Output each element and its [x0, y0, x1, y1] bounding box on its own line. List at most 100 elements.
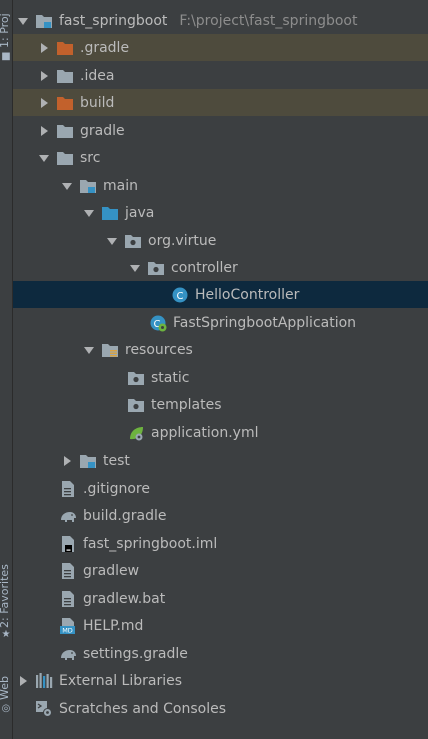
tree-item-templates[interactable]: templates [13, 391, 428, 418]
folder-icon [56, 149, 74, 167]
collapse-arrow-icon[interactable] [36, 150, 52, 166]
tree-item-src[interactable]: src [13, 144, 428, 171]
package-icon [147, 259, 165, 277]
text-file-icon [59, 480, 77, 498]
tree-item-build[interactable]: build [13, 89, 428, 116]
spring-config-icon [127, 424, 145, 442]
tree-item-label: FastSpringbootApplication [173, 314, 357, 331]
markdown-file-icon: MD [59, 617, 77, 635]
expand-arrow-icon[interactable] [36, 95, 52, 111]
svg-text:C: C [177, 291, 184, 302]
tree-item-label: templates [151, 396, 222, 413]
tree-item-java[interactable]: java [13, 199, 428, 226]
tree-item-label: gradle [80, 122, 125, 139]
tree-item-label: application.yml [151, 424, 259, 441]
module-folder-icon [35, 12, 53, 30]
tree-item-gradlew[interactable]: gradlew [13, 557, 428, 584]
tree-item-dot-gradle[interactable]: .gradle [13, 34, 428, 61]
module-file-icon [59, 535, 77, 553]
expand-arrow-icon[interactable] [36, 68, 52, 84]
tree-item-label: HelloController [195, 286, 300, 303]
tree-item-label: .idea [80, 67, 115, 84]
package-icon [124, 232, 142, 250]
tree-item-label: build [80, 94, 115, 111]
tree-item-label: External Libraries [59, 672, 182, 689]
package-icon [127, 369, 145, 387]
web-tool-tab[interactable]: Web [0, 672, 12, 700]
expand-arrow-icon[interactable] [36, 40, 52, 56]
tree-item-test[interactable]: test [13, 447, 428, 474]
tree-item-label: resources [125, 341, 193, 358]
libraries-icon [35, 672, 53, 690]
tree-item-label: test [103, 452, 130, 469]
tree-item-gradle-folder[interactable]: gradle [13, 117, 428, 144]
excluded-folder-icon [56, 94, 74, 112]
source-root-folder-icon [79, 177, 97, 195]
tree-item-settings-gradle[interactable]: settings.gradle [13, 640, 428, 667]
excluded-folder-icon [56, 39, 74, 57]
text-file-icon [59, 590, 77, 608]
folder-icon [56, 67, 74, 85]
collapse-arrow-icon[interactable] [81, 342, 97, 358]
tree-item-iml[interactable]: fast_springboot.iml [13, 530, 428, 557]
collapse-arrow-icon[interactable] [127, 260, 143, 276]
tree-item-label: .gradle [80, 39, 130, 56]
tree-item-help-md[interactable]: MD HELP.md [13, 612, 428, 639]
java-class-icon: C [171, 286, 189, 304]
tree-item-label: HELP.md [83, 617, 144, 634]
tree-item-static[interactable]: static [13, 364, 428, 391]
svg-text:MD: MD [62, 626, 73, 634]
tree-item-gitignore[interactable]: .gitignore [13, 475, 428, 502]
tree-item-resources[interactable]: resources [13, 336, 428, 363]
tree-item-build-gradle[interactable]: build.gradle [13, 502, 428, 529]
spring-boot-class-icon: C [149, 314, 167, 332]
expand-arrow-icon[interactable] [15, 673, 31, 689]
tree-item-label: fast_springboot [59, 12, 168, 29]
tree-item-org-virtue[interactable]: org.virtue [13, 227, 428, 254]
text-file-icon [59, 562, 77, 580]
tree-item-label: fast_springboot.iml [83, 535, 218, 552]
tree-item-label: main [103, 177, 138, 194]
sources-folder-icon [101, 204, 119, 222]
scratches-icon [35, 700, 53, 718]
tree-item-fast-springboot-application[interactable]: C FastSpringbootApplication [13, 309, 428, 336]
tree-item-label: gradlew.bat [83, 590, 166, 607]
tree-item-label: org.virtue [148, 232, 217, 249]
tree-item-scratches-and-consoles[interactable]: Scratches and Consoles [13, 695, 428, 722]
gradle-elephant-icon [59, 507, 77, 525]
tree-item-label: controller [171, 259, 238, 276]
star-icon: ★ [1, 629, 11, 640]
collapse-arrow-icon[interactable] [104, 233, 120, 249]
tree-item-label: java [125, 204, 155, 221]
tree-item-external-libraries[interactable]: External Libraries [13, 667, 428, 694]
tool-window-strip: 1: Proj ■ 2: Favorites ★ Web ◎ [0, 0, 13, 739]
resources-folder-icon [101, 341, 119, 359]
tree-item-label: settings.gradle [83, 645, 188, 662]
project-tool-tab[interactable]: 1: Proj [0, 2, 12, 48]
collapse-arrow-icon[interactable] [81, 205, 97, 221]
collapse-arrow-icon[interactable] [15, 13, 31, 29]
tree-item-controller[interactable]: controller [13, 254, 428, 281]
tree-item-gradlew-bat[interactable]: gradlew.bat [13, 585, 428, 612]
collapse-arrow-icon[interactable] [59, 178, 75, 194]
tree-item-label: .gitignore [83, 480, 150, 497]
folder-icon [56, 122, 74, 140]
tree-item-main[interactable]: main [13, 172, 428, 199]
tree-item-application-yml[interactable]: application.yml [13, 419, 428, 446]
tree-item-root[interactable]: fast_springboot F:\project\fast_springbo… [13, 7, 428, 34]
tree-item-label: build.gradle [83, 507, 167, 524]
tree-item-hello-controller[interactable]: C HelloController [13, 281, 428, 308]
project-path: F:\project\fast_springboot [179, 12, 358, 29]
gradle-elephant-icon [59, 645, 77, 663]
tree-item-idea[interactable]: .idea [13, 62, 428, 89]
expand-arrow-icon[interactable] [36, 123, 52, 139]
expand-arrow-icon[interactable] [59, 453, 75, 469]
project-strip-marker-icon: ■ [1, 51, 11, 62]
tree-item-label: src [80, 149, 101, 166]
tree-item-label: static [151, 369, 190, 386]
favorites-tool-tab[interactable]: 2: Favorites [0, 552, 12, 628]
web-icon: ◎ [1, 703, 11, 714]
package-icon [127, 396, 145, 414]
tree-item-label: Scratches and Consoles [59, 700, 226, 717]
source-root-folder-icon [79, 452, 97, 470]
